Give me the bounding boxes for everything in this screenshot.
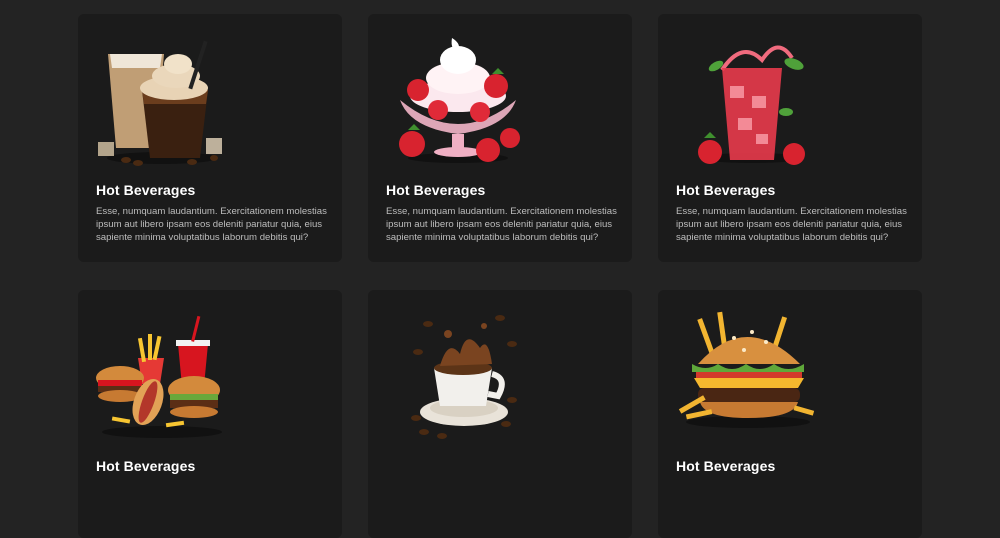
- menu-card-1[interactable]: Hot Beverages Esse, numquam laudantium. …: [78, 14, 342, 262]
- menu-card-2[interactable]: Hot Beverages Esse, numquam laudantium. …: [368, 14, 632, 262]
- coffee-cup-splash-image: [388, 308, 528, 448]
- menu-card-5[interactable]: [368, 290, 632, 538]
- card-description: Esse, numquam laudantium. Exercitationem…: [96, 206, 327, 243]
- card-title: Hot Beverages: [96, 182, 196, 198]
- iced-coffee-drinks-image: [92, 30, 232, 170]
- fast-food-combo-image: [92, 306, 232, 446]
- card-description: Esse, numquam laudantium. Exercitationem…: [676, 206, 907, 243]
- burger-fries-image: [676, 302, 816, 442]
- menu-card-6[interactable]: Hot Beverages: [658, 290, 922, 538]
- strawberry-sundae-image: [388, 30, 528, 170]
- card-title: Hot Beverages: [676, 458, 776, 474]
- menu-card-3[interactable]: Hot Beverages Esse, numquam laudantium. …: [658, 14, 922, 262]
- card-title: Hot Beverages: [386, 182, 486, 198]
- card-title: Hot Beverages: [96, 458, 196, 474]
- card-title: Hot Beverages: [676, 182, 776, 198]
- card-description: Esse, numquam laudantium. Exercitationem…: [386, 206, 617, 243]
- strawberry-drink-image: [682, 30, 822, 170]
- menu-card-4[interactable]: Hot Beverages: [78, 290, 342, 538]
